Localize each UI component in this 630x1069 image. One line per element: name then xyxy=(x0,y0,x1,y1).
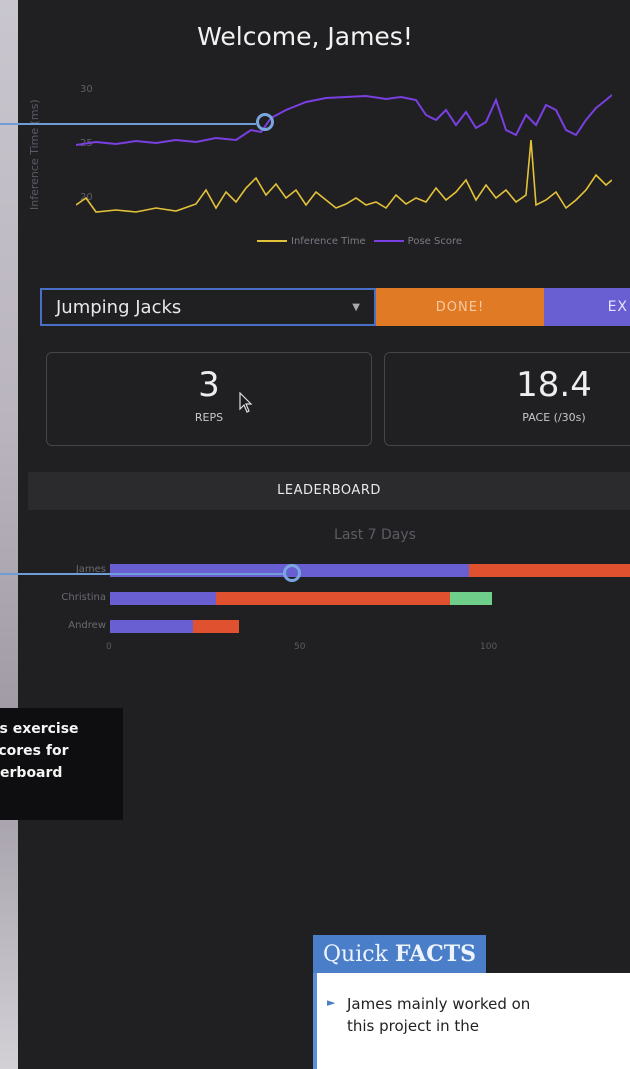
caption-line: derboard xyxy=(0,765,63,781)
exercise-select[interactable]: Jumping Jacks ▼ xyxy=(40,288,376,326)
leaderboard-bar-segment xyxy=(450,592,492,605)
background-photo xyxy=(0,0,18,1069)
legend-item-pose: Pose Score xyxy=(373,236,462,247)
legend-item-inference: Inference Time xyxy=(257,236,366,247)
chart-legend: Inference Time Pose Score xyxy=(257,236,462,247)
callout-marker-leaderboard xyxy=(283,564,301,582)
exercise-select-value: Jumping Jacks xyxy=(56,296,182,318)
caption-line: es exercise xyxy=(0,721,79,737)
done-button[interactable]: DONE! xyxy=(376,288,544,326)
caption-box: es exercise scores for derboard xyxy=(0,708,123,820)
leaderboard-subtitle: Last 7 Days xyxy=(334,527,416,543)
x-tick: 50 xyxy=(294,642,306,652)
exercise-button[interactable]: EX xyxy=(544,288,630,326)
leaderboard-header: LEADERBOARD xyxy=(28,472,630,510)
bullet-arrow-icon: ► xyxy=(327,996,336,1009)
mouse-cursor-icon xyxy=(239,392,253,413)
exercise-controls: Jumping Jacks ▼ DONE! EX xyxy=(40,288,630,330)
reps-card: 3 REPS xyxy=(46,352,372,446)
callout-marker-chart xyxy=(256,113,274,131)
callout-line-chart xyxy=(0,123,256,125)
x-tick: 100 xyxy=(480,642,498,652)
x-tick: 0 xyxy=(106,642,112,652)
welcome-title: Welcome, James! xyxy=(197,22,413,51)
pace-label: PACE (/30s) xyxy=(522,411,586,424)
leaderboard-bar-segment xyxy=(469,564,630,577)
chevron-down-icon: ▼ xyxy=(352,301,360,313)
leaderboard-bar-segment xyxy=(110,592,216,605)
pace-card: 18.4 PACE (/30s) xyxy=(384,352,630,446)
pose-score-line xyxy=(76,94,612,146)
reps-value: 3 xyxy=(198,365,220,405)
reps-label: REPS xyxy=(194,411,224,424)
quick-facts-title: Quick FACTS xyxy=(313,935,487,973)
pace-value: 18.4 xyxy=(516,365,592,405)
callout-line-leaderboard xyxy=(0,573,284,575)
live-line-chart xyxy=(76,94,612,213)
leaderboard-bar-segment xyxy=(193,620,239,633)
leaderboard-bar-segment xyxy=(110,620,194,633)
quick-facts-box: ► James mainly worked on this project in… xyxy=(313,973,630,1069)
inference-time-line xyxy=(76,139,612,213)
caption-line: scores for xyxy=(0,743,69,759)
leaderboard-name: Christina xyxy=(61,592,106,603)
y-axis-label: Inference Time (ms) xyxy=(28,99,41,210)
quick-facts-bullet: James mainly worked on this project in t… xyxy=(347,995,531,1035)
leaderboard-bar-segment xyxy=(215,592,451,605)
leaderboard-name: Andrew xyxy=(68,620,106,631)
